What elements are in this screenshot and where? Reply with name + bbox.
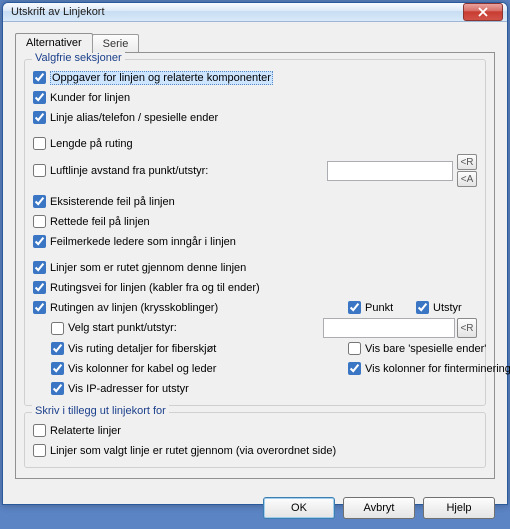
group-skriv-tillegg: Skriv i tillegg ut linjekort for Relater… bbox=[24, 412, 486, 468]
btn-r[interactable]: <R bbox=[457, 154, 477, 170]
ok-button[interactable]: OK bbox=[263, 497, 335, 519]
group-title: Valgfrie seksjoner bbox=[32, 52, 125, 64]
tab-panel: Valgfrie seksjoner Oppgaver for linjen o… bbox=[15, 52, 495, 479]
lbl-oppgaver: Oppgaver for linjen og relaterte kompone… bbox=[50, 71, 273, 85]
cb-punkt[interactable] bbox=[348, 301, 361, 314]
window-title: Utskrift av Linjekort bbox=[11, 6, 463, 18]
lbl-velg-start: Velg start punkt/utstyr: bbox=[68, 322, 177, 334]
cb-eksisterende-feil[interactable] bbox=[33, 195, 46, 208]
lbl-utstyr: Utstyr bbox=[433, 302, 462, 314]
lbl-relaterte: Relaterte linjer bbox=[50, 425, 121, 437]
cb-linjer-rutet[interactable] bbox=[33, 261, 46, 274]
lbl-rutingsvei: Rutingsvei for linjen (kabler fra og til… bbox=[50, 282, 260, 294]
cb-vis-kolonner-finterm[interactable] bbox=[348, 362, 361, 375]
cb-rettede-feil[interactable] bbox=[33, 215, 46, 228]
lbl-feilmerkede: Feilmerkede ledere som inngår i linjen bbox=[50, 236, 236, 248]
tab-strip: Alternativer Serie bbox=[15, 32, 495, 52]
cb-utstyr[interactable] bbox=[416, 301, 429, 314]
lbl-vis-bare-spesielle: Vis bare 'spesielle ender' bbox=[365, 343, 486, 355]
group-valgfrie-seksjoner: Valgfrie seksjoner Oppgaver for linjen o… bbox=[24, 59, 486, 406]
lbl-rettede-feil: Rettede feil på linjen bbox=[50, 216, 150, 228]
btn-a[interactable]: <A bbox=[457, 171, 477, 187]
cb-vis-bare-spesielle[interactable] bbox=[348, 342, 361, 355]
cb-rutingen[interactable] bbox=[33, 301, 46, 314]
lbl-alias: Linje alias/telefon / spesielle ender bbox=[50, 112, 218, 124]
input-luftlinje[interactable] bbox=[327, 161, 453, 181]
button-bar: OK Avbryt Hjelp bbox=[3, 489, 507, 529]
cb-oppgaver[interactable] bbox=[33, 71, 46, 84]
lbl-rutingen: Rutingen av linjen (krysskoblinger) bbox=[50, 302, 218, 314]
dialog-window: Utskrift av Linjekort Alternativer Serie… bbox=[2, 2, 508, 505]
titlebar: Utskrift av Linjekort bbox=[3, 3, 507, 22]
cancel-button[interactable]: Avbryt bbox=[343, 497, 415, 519]
cb-alias[interactable] bbox=[33, 111, 46, 124]
lbl-vis-ip: Vis IP-adresser for utstyr bbox=[68, 383, 189, 395]
cb-lengde[interactable] bbox=[33, 137, 46, 150]
cb-luftlinje[interactable] bbox=[33, 164, 46, 177]
input-start[interactable] bbox=[323, 318, 455, 338]
close-button[interactable] bbox=[463, 3, 503, 21]
cb-velg-start[interactable] bbox=[51, 322, 64, 335]
lbl-lengde: Lengde på ruting bbox=[50, 138, 133, 150]
cb-vis-kolonner-kabel[interactable] bbox=[51, 362, 64, 375]
lbl-vis-kolonner-finterm: Vis kolonner for finterminering bbox=[365, 363, 510, 375]
cb-linjer-via-overordnet[interactable] bbox=[33, 444, 46, 457]
client-area: Alternativer Serie Valgfrie seksjoner Op… bbox=[3, 22, 507, 489]
group-title-2: Skriv i tillegg ut linjekort for bbox=[32, 405, 169, 417]
lbl-vis-ruting-detaljer: Vis ruting detaljer for fiberskjøt bbox=[68, 343, 216, 355]
cb-vis-ruting-detaljer[interactable] bbox=[51, 342, 64, 355]
cb-feilmerkede[interactable] bbox=[33, 235, 46, 248]
tab-serie[interactable]: Serie bbox=[92, 34, 140, 52]
cb-rutingsvei[interactable] bbox=[33, 281, 46, 294]
cb-relaterte[interactable] bbox=[33, 424, 46, 437]
lbl-linjer-rutet: Linjer som er rutet gjennom denne linjen bbox=[50, 262, 246, 274]
lbl-luftlinje: Luftlinje avstand fra punkt/utstyr: bbox=[50, 165, 208, 177]
btn-r2[interactable]: <R bbox=[457, 318, 477, 338]
lbl-linjer-via-overordnet: Linjer som valgt linje er rutet gjennom … bbox=[50, 445, 336, 457]
lbl-punkt: Punkt bbox=[365, 302, 393, 314]
cb-kunder[interactable] bbox=[33, 91, 46, 104]
close-icon bbox=[478, 7, 488, 17]
tab-alternativer[interactable]: Alternativer bbox=[15, 33, 93, 53]
cb-vis-ip[interactable] bbox=[51, 382, 64, 395]
lbl-eksisterende-feil: Eksisterende feil på linjen bbox=[50, 196, 175, 208]
lbl-kunder: Kunder for linjen bbox=[50, 92, 130, 104]
lbl-vis-kolonner-kabel: Vis kolonner for kabel og leder bbox=[68, 363, 216, 375]
help-button[interactable]: Hjelp bbox=[423, 497, 495, 519]
